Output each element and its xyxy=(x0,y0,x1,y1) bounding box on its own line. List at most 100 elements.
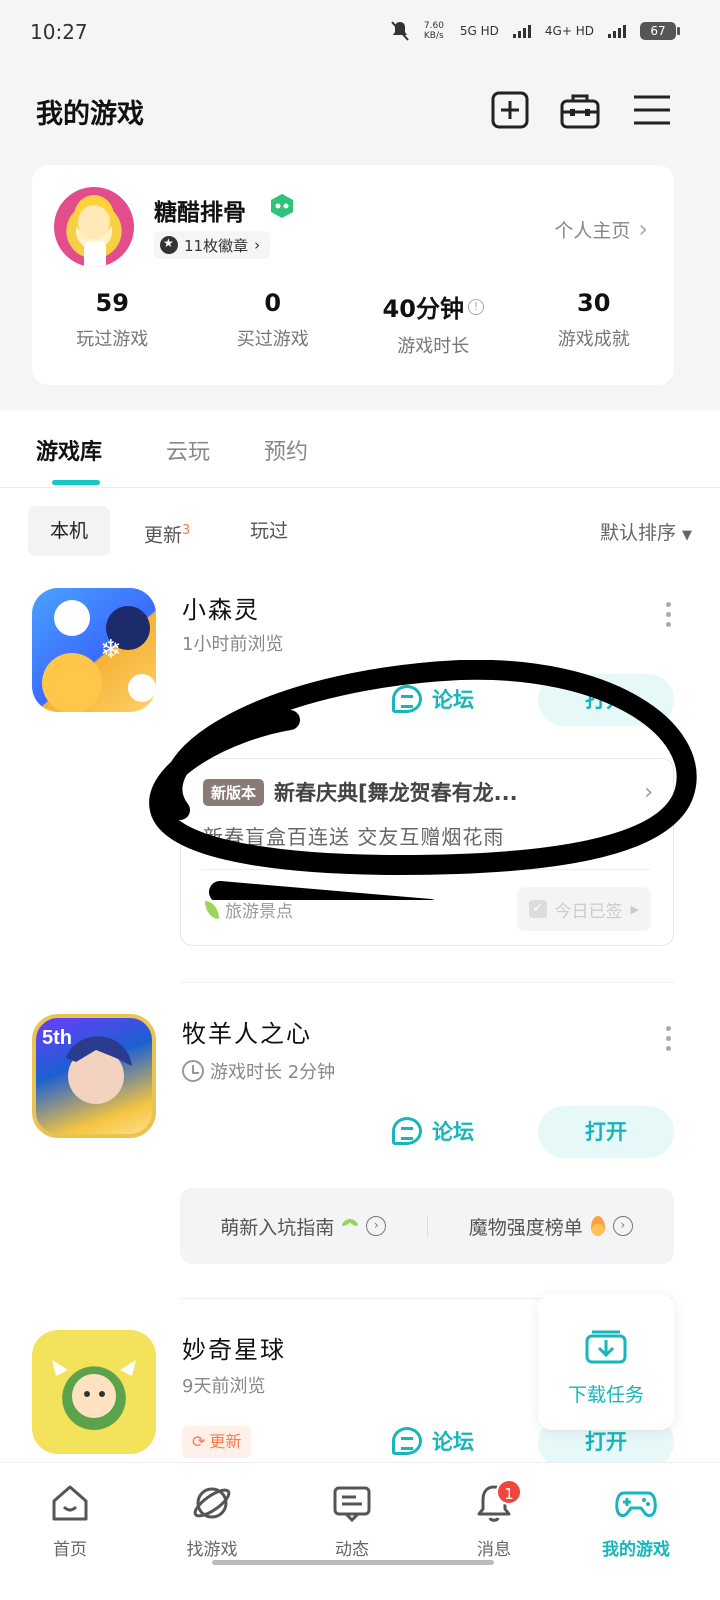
travel-spot-label: 旅游景点 xyxy=(225,902,293,922)
game-playtime: 游戏时长 2分钟 xyxy=(182,1058,335,1084)
stat-achievements[interactable]: 30 游戏成就 xyxy=(514,289,675,358)
tabbar-label: 找游戏 xyxy=(186,1540,238,1560)
forum-label: 论坛 xyxy=(432,688,474,712)
update-card[interactable]: 新版本 新春庆典[舞龙贺春有龙... › 新春盲盒百连送 交友互赠烟花雨 旅游景… xyxy=(180,758,674,946)
tabbar-my-games[interactable]: 我的游戏 xyxy=(586,1481,686,1560)
filter-played[interactable]: 玩过 xyxy=(228,506,310,556)
planet-icon xyxy=(193,1487,231,1519)
signal-icon-2 xyxy=(608,24,626,38)
game-last-browsed: 1小时前浏览 xyxy=(182,634,284,655)
game-art: 5th xyxy=(42,1027,132,1104)
divider xyxy=(203,869,651,870)
stat-label: 游戏时长 xyxy=(397,336,470,357)
battery-icon: 67 xyxy=(640,22,680,40)
game-icon-xiaosenling[interactable]: ❄ xyxy=(32,588,156,712)
net-speed: 7.60 KB/s xyxy=(423,21,444,41)
forum-label: 论坛 xyxy=(432,1120,474,1144)
tab-reservation[interactable]: 预约 xyxy=(264,434,308,466)
news-row: 新版本 新春庆典[舞龙贺春有龙... › xyxy=(203,777,653,807)
network-2: 4G+ HD xyxy=(544,24,594,38)
forum-button[interactable]: 论坛 xyxy=(392,1426,474,1456)
new-version-tag: 新版本 xyxy=(203,778,265,806)
tabbar-label: 首页 xyxy=(53,1540,87,1560)
guide-link-newbie[interactable]: 萌新入坑指南 › xyxy=(180,1213,427,1240)
page-title: 我的游戏 xyxy=(36,99,144,130)
forum-icon xyxy=(392,1117,422,1145)
message-badge: 1 xyxy=(496,1479,522,1505)
chevron-right-icon: › xyxy=(638,215,648,243)
filter-local[interactable]: 本机 xyxy=(28,506,111,556)
home-icon xyxy=(52,1485,88,1521)
status-time: 10:27 xyxy=(30,20,88,44)
tabbar-label: 消息 xyxy=(477,1540,511,1560)
arrow-right-circle-icon: › xyxy=(612,1216,633,1236)
download-task-button[interactable]: 下载任务 xyxy=(538,1294,674,1430)
guide-label: 魔物强度榜单 xyxy=(468,1216,583,1239)
stat-value: 59 xyxy=(95,289,129,317)
stat-playtime[interactable]: 40分钟! 游戏时长 xyxy=(353,289,514,358)
stat-bought[interactable]: 0 买过游戏 xyxy=(193,289,354,358)
forum-button[interactable]: 论坛 xyxy=(392,1116,474,1146)
forum-button[interactable]: 论坛 xyxy=(392,684,474,714)
bottom-tabbar: 首页 找游戏 动态 1 消息 我的游戏 xyxy=(0,1462,720,1600)
news-desc: 新春盲盒百连送 交友互赠烟花雨 xyxy=(203,825,505,849)
open-button[interactable]: 打开 xyxy=(538,674,674,726)
open-button[interactable]: 打开 xyxy=(538,1106,674,1158)
status-bar: 10:27 7.60 KB/s 5G HD 4G+ HD 67 xyxy=(0,0,720,64)
game-name[interactable]: 小森灵 xyxy=(182,590,260,625)
menu-icon[interactable] xyxy=(632,90,672,130)
game-name[interactable]: 牧羊人之心 xyxy=(182,1014,312,1049)
badges-link[interactable]: 11枚徽章 › xyxy=(154,231,271,259)
network-1: 5G HD xyxy=(459,24,499,38)
more-options-icon[interactable] xyxy=(664,602,672,627)
more-options-icon[interactable] xyxy=(664,1026,672,1051)
stat-played[interactable]: 59 玩过游戏 xyxy=(32,289,193,358)
download-icon xyxy=(585,1330,627,1364)
status-icons: 7.60 KB/s 5G HD 4G+ HD 67 xyxy=(390,20,680,42)
tabbar-home[interactable]: 首页 xyxy=(20,1481,120,1560)
game-name[interactable]: 妙奇星球 xyxy=(182,1330,286,1365)
tab-cloud-play[interactable]: 云玩 xyxy=(166,434,210,466)
avatar[interactable] xyxy=(54,187,134,267)
stat-value: 0 xyxy=(264,289,282,317)
stat-label: 买过游戏 xyxy=(236,329,309,350)
profile-card: 糖醋排骨 11枚徽章 › 个人主页 › 59 玩过游戏 0 买过游戏 40分钟!… xyxy=(32,165,674,385)
filter-update[interactable]: 更新3 xyxy=(122,506,212,556)
add-icon[interactable] xyxy=(490,90,530,130)
toolbox-icon[interactable] xyxy=(560,90,600,130)
filter-update-label: 更新 xyxy=(144,524,183,547)
caret-right-icon: ▶ xyxy=(630,902,639,916)
home-indicator xyxy=(212,1560,494,1565)
medal-icon xyxy=(160,236,178,254)
checkin-button[interactable]: ✓ 今日已签 ▶ xyxy=(516,887,651,931)
info-icon[interactable]: ! xyxy=(467,298,484,315)
sort-dropdown[interactable]: 默认排序 ▼ xyxy=(600,518,692,545)
game-last-browsed: 9天前浏览 xyxy=(182,1376,266,1397)
news-title: 新春庆典[舞龙贺春有龙... xyxy=(274,781,518,805)
badges-count: 11枚徽章 xyxy=(184,236,249,255)
travel-spot[interactable]: 旅游景点 xyxy=(205,897,293,922)
refresh-icon: ⟳ xyxy=(192,1432,206,1451)
arrow-right-circle-icon: › xyxy=(366,1216,387,1236)
divider xyxy=(180,982,674,983)
svg-text:5th: 5th xyxy=(42,1027,72,1049)
tabbar-find-games[interactable]: 找游戏 xyxy=(162,1481,262,1560)
personal-home-link[interactable]: 个人主页 › xyxy=(554,215,648,243)
game-art: ❄ xyxy=(42,600,156,712)
forum-icon xyxy=(392,1427,422,1455)
caret-down-icon: ▼ xyxy=(682,528,692,543)
update-count: 3 xyxy=(182,523,191,538)
tabbar-messages[interactable]: 1 消息 xyxy=(444,1479,544,1560)
download-task-label: 下载任务 xyxy=(567,1384,644,1406)
guide-link-monster-rank[interactable]: 魔物强度榜单 › xyxy=(428,1213,675,1240)
stat-label: 游戏成就 xyxy=(557,329,630,350)
tab-game-library[interactable]: 游戏库 xyxy=(36,434,102,466)
checkin-label: 今日已签 xyxy=(554,901,623,922)
update-tag-label: 更新 xyxy=(209,1432,242,1451)
tabbar-label: 动态 xyxy=(335,1540,369,1560)
check-icon: ✓ xyxy=(528,900,547,918)
tabbar-feed[interactable]: 动态 xyxy=(302,1481,402,1560)
signal-icon xyxy=(512,24,531,38)
game-icon-miaoqi[interactable] xyxy=(32,1330,156,1454)
game-icon-muyangren[interactable]: 5th xyxy=(32,1014,156,1138)
